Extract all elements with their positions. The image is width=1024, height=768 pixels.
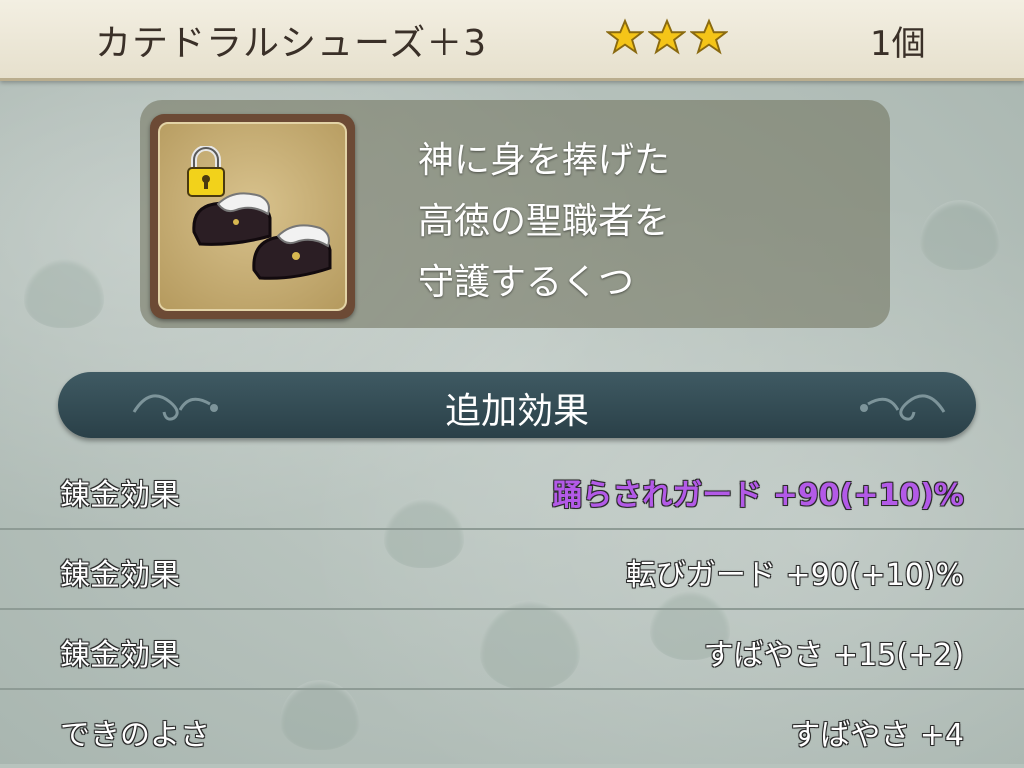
- item-icon-background: [158, 122, 347, 311]
- item-name: カテドラルシューズ＋3: [95, 23, 488, 64]
- effect-value: すばやさ +4: [790, 718, 964, 753]
- shoes-icon: [192, 192, 332, 280]
- item-count: 1個: [870, 24, 926, 64]
- rarity-stars: [606, 18, 728, 56]
- description-line: 高徳の聖職者を: [418, 201, 671, 242]
- effect-row: 錬金効果 転びガード +90(+10)%: [0, 528, 1024, 610]
- ornament-icon: [860, 394, 946, 421]
- effect-label: できのよさ: [60, 718, 210, 753]
- effect-row: 錬金効果 すばやさ +15(+2): [0, 608, 1024, 690]
- star-icon: [606, 18, 644, 55]
- effect-row: 錬金効果 踊らされガード +90(+10)%: [0, 448, 1024, 530]
- item-header: カテドラルシューズ＋3 1個: [0, 0, 1024, 81]
- star-icon: [690, 18, 728, 55]
- effect-value: 踊らされガード +90(+10)%: [552, 478, 964, 513]
- effect-value: すばやさ +15(+2): [703, 638, 964, 673]
- effect-label: 錬金効果: [60, 558, 180, 593]
- item-icon-frame: [150, 114, 355, 319]
- section-banner: 追加効果: [58, 372, 976, 438]
- star-icon: [648, 18, 686, 55]
- effect-row: できのよさ すばやさ +4: [0, 688, 1024, 768]
- section-title: 追加効果: [444, 391, 589, 432]
- effect-label: 錬金効果: [60, 638, 180, 673]
- slime-silhouette: [24, 258, 104, 328]
- description-line: 守護するくつ: [418, 262, 635, 303]
- item-description: 神に身を捧げた 高徳の聖職者を 守護するくつ: [418, 130, 670, 313]
- effect-value: 転びガード +90(+10)%: [625, 558, 964, 593]
- slime-silhouette: [920, 200, 1000, 270]
- effect-label: 錬金効果: [60, 478, 180, 513]
- description-line: 神に身を捧げた: [418, 140, 671, 181]
